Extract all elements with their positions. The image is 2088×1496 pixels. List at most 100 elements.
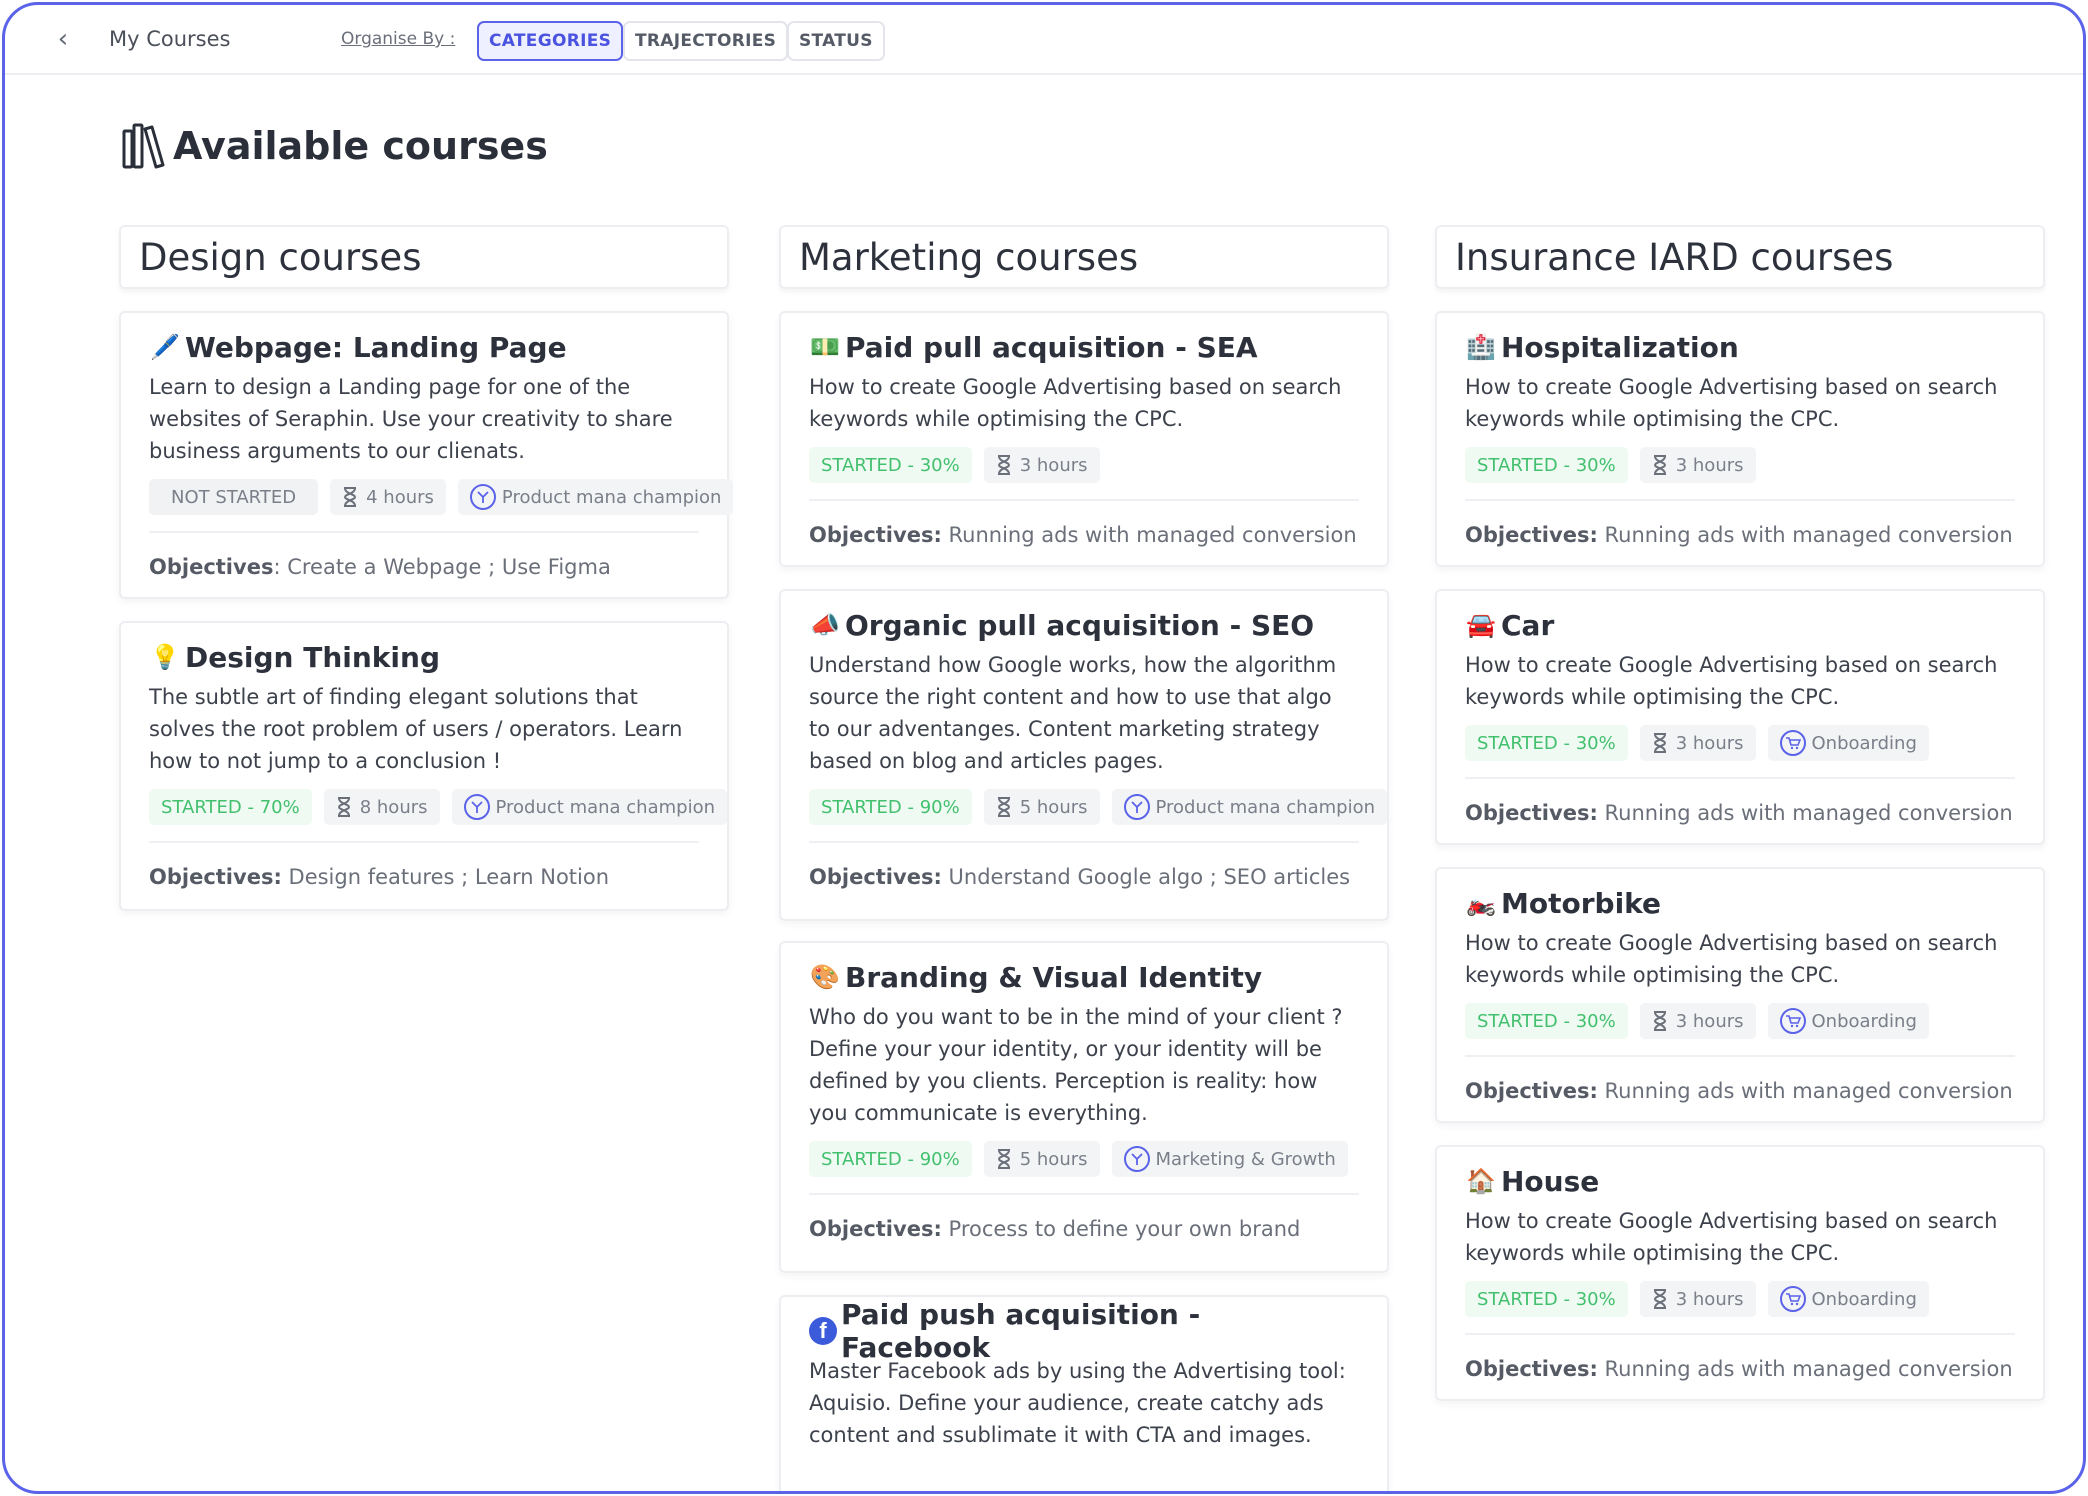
objectives-text: Running ads with managed conversion [1597,1357,2013,1381]
course-card[interactable]: 🎨 Branding & Visual Identity Who do you … [779,941,1389,1273]
course-title: Paid pull acquisition - SEA [845,330,1258,364]
trajectory-badge[interactable]: Onboarding [1767,1003,1929,1039]
organise-by-label: Organise By : [341,29,456,49]
trajectory-badge[interactable]: Marketing & Growth [1111,1141,1348,1177]
objectives-label: Objectives: [1465,523,1598,547]
course-objectives: Objectives: Running ads with managed con… [1465,1057,2015,1121]
status-badge: STARTED - 30% [1465,1003,1628,1039]
course-description: Learn to design a Landing page for one o… [149,375,673,463]
course-objectives: Objectives: Running ads with managed con… [809,501,1359,565]
course-objectives: Objectives: Create a Webpage ; Use Figma [149,533,699,597]
course-card[interactable]: 🏥 Hospitalization How to create Google A… [1435,311,2045,567]
trajectory-text: Product mana champion [1155,796,1376,818]
palette-icon: 🎨 [810,963,840,991]
objectives-text: Design features ; Learn Notion [281,865,610,889]
duration-badge: 5 hours [983,789,1100,825]
app-window: ‹ My Courses Organise By : CATEGORIES TR… [2,2,2086,1494]
objectives-label: Objectives: [1465,1357,1598,1381]
column-header: Insurance IARD courses [1435,225,2045,289]
course-title: Motorbike [1501,886,1662,920]
objectives-label: Objectives: [809,523,942,547]
organise-categories-button[interactable]: CATEGORIES [477,21,624,61]
course-description: How to create Google Advertising based o… [1465,931,1998,987]
objectives-text: Process to define your own brand [941,1217,1301,1241]
course-title: Hospitalization [1501,330,1739,364]
course-tags: STARTED - 30% 3 hours [1465,447,2015,483]
section-header: Available courses [121,121,548,171]
column-title: Insurance IARD courses [1455,235,1894,279]
objectives-text: Understand Google algo ; SEO articles [941,865,1351,889]
objectives-text: Running ads with managed conversion [1597,801,2013,825]
course-card[interactable]: 🏍️ Motorbike How to create Google Advert… [1435,867,2045,1123]
course-tags: NOT STARTED 4 hours Product mana champio… [149,479,734,515]
section-title: Available courses [173,124,548,168]
duration-badge: 3 hours [1639,1281,1756,1317]
course-card[interactable]: 🏠 House How to create Google Advertising… [1435,1145,2045,1401]
house-icon: 🏠 [1466,1167,1496,1195]
cart-icon [1779,730,1806,756]
lightbulb-icon: 💡 [150,643,180,671]
duration-text: 5 hours [1019,1148,1088,1170]
back-chevron-icon[interactable]: ‹ [49,25,77,53]
course-tags: STARTED - 30% 3 hours Onboarding [1465,1281,2015,1317]
status-badge: STARTED - 30% [809,447,972,483]
objectives-label: Objectives [149,555,274,579]
trajectory-badge[interactable]: Product mana champion [451,789,728,825]
course-objectives: Objectives: Running ads with managed con… [1465,501,2015,565]
column-insurance: Insurance IARD courses 🏥 Hospitalization… [1435,225,2045,1401]
trajectory-icon [1123,1146,1150,1172]
status-badge: STARTED - 30% [1465,725,1628,761]
trajectory-badge[interactable]: Product mana champion [1111,789,1388,825]
hourglass-icon [337,797,350,817]
course-tags: STARTED - 30% 3 hours [809,447,1359,483]
top-bar: ‹ My Courses Organise By : CATEGORIES TR… [5,5,2083,75]
course-card[interactable]: 🖊️ Webpage: Landing Page Learn to design… [119,311,734,599]
trajectory-badge[interactable]: Product mana champion [457,479,734,515]
duration-text: 3 hours [1675,1288,1744,1310]
hourglass-icon [997,797,1010,817]
organise-trajectories-button[interactable]: TRAJECTORIES [623,21,789,61]
status-badge: STARTED - 90% [809,789,972,825]
course-title: House [1501,1164,1600,1198]
duration-text: 4 hours [366,486,434,508]
duration-text: 3 hours [1675,732,1744,754]
trajectory-text: Product mana champion [501,486,722,508]
course-title: Webpage: Landing Page [185,330,567,364]
hospital-icon: 🏥 [1466,333,1496,361]
hourglass-icon [344,487,357,507]
organise-status-button[interactable]: STATUS [787,21,885,61]
duration-badge: 3 hours [1639,725,1756,761]
objectives-label: Objectives: [1465,801,1598,825]
duration-text: 3 hours [1019,454,1088,476]
pencil-icon: 🖊️ [150,333,180,361]
course-card[interactable]: 📣 Organic pull acquisition - SEO Underst… [779,589,1389,921]
course-tags: STARTED - 90% 5 hours Product mana champ… [809,789,1388,825]
course-card[interactable]: 💡 Design Thinking The subtle art of find… [119,621,729,911]
course-description: Master Facebook ads by using the Adverti… [809,1359,1346,1447]
objectives-label: Objectives: [809,1217,942,1241]
course-objectives: Objectives: Running ads with managed con… [1465,779,2015,843]
duration-badge: 3 hours [983,447,1100,483]
duration-text: 3 hours [1675,454,1744,476]
objectives-label: Objectives: [1465,1079,1598,1103]
objectives-text: Running ads with managed conversion [941,523,1357,547]
trajectory-text: Onboarding [1811,1010,1917,1032]
status-badge: NOT STARTED [149,479,319,515]
course-tags: STARTED - 30% 3 hours Onboarding [1465,725,2015,761]
trajectory-icon [469,484,496,510]
course-title: Design Thinking [185,640,440,674]
course-description: The subtle art of finding elegant soluti… [149,685,683,773]
objectives-label: Objectives: [809,865,942,889]
course-card[interactable]: f Paid push acquisition - Facebook Maste… [779,1295,1389,1491]
money-icon: 💵 [810,333,840,361]
course-tags: STARTED - 70% 8 hours Product mana champ… [149,789,728,825]
course-description: How to create Google Advertising based o… [1465,1209,1998,1265]
trajectory-badge[interactable]: Onboarding [1767,725,1929,761]
trajectory-badge[interactable]: Onboarding [1767,1281,1929,1317]
column-marketing: Marketing courses 💵 Paid pull acquisitio… [779,225,1389,1491]
trajectory-icon [1123,794,1150,820]
column-header: Marketing courses [779,225,1389,289]
course-card[interactable]: 💵 Paid pull acquisition - SEA How to cre… [779,311,1389,567]
course-title: Branding & Visual Identity [845,960,1263,994]
course-card[interactable]: 🚘 Car How to create Google Advertising b… [1435,589,2045,845]
